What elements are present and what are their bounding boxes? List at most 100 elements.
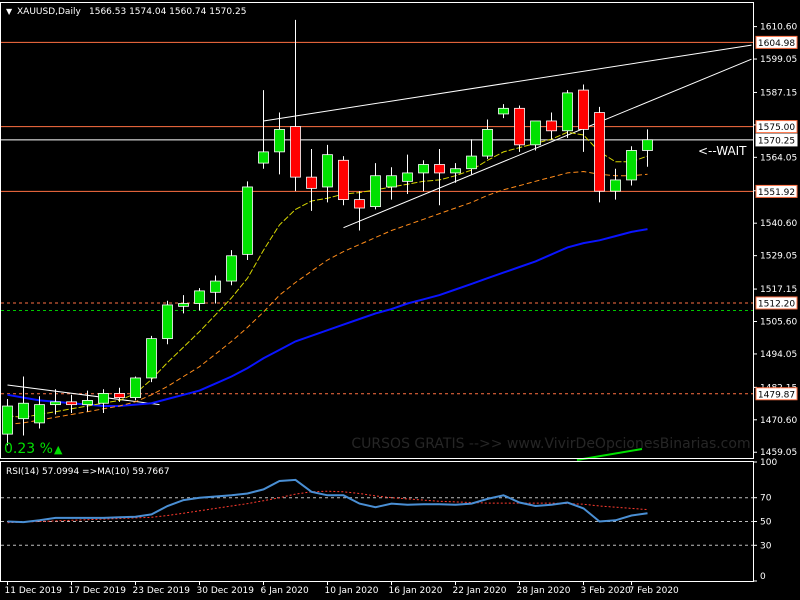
time-tick-label: 3 Feb 2020	[581, 586, 632, 596]
candle[interactable]	[626, 146, 637, 186]
candle-body-bear	[546, 120, 557, 132]
trading-chart[interactable]: CURSOS GRATIS -->> www.VivirDeOpcionesBi…	[0, 0, 800, 600]
candle-body-bear	[514, 107, 525, 146]
price-tag: 1479.87	[755, 387, 798, 401]
price-tag-label: 1575.00	[758, 123, 795, 133]
candle-body-bull	[466, 155, 477, 170]
candle-body-bull	[146, 338, 157, 379]
candle[interactable]	[338, 156, 349, 206]
price-tick-label: 1587.15	[760, 88, 797, 98]
time-tick-label: 17 Dec 2019	[69, 586, 127, 596]
candle-body-bear	[594, 112, 605, 192]
candle-body-bull	[178, 303, 189, 307]
candle-body-bear	[354, 199, 365, 209]
price-tag: 1575.00	[755, 120, 798, 134]
price-tag: 1512.20	[755, 296, 798, 310]
rsi-tick-label: 100	[760, 458, 777, 468]
time-tick-label: 6 Jan 2020	[261, 586, 309, 596]
price-tick-label: 1505.60	[760, 318, 797, 328]
candle-body-bull	[482, 128, 493, 157]
candle-body-bull	[450, 168, 461, 174]
candle-body-bull	[2, 405, 13, 435]
candle-body-bull	[18, 402, 29, 420]
price-tick-label: 1610.60	[760, 23, 797, 33]
ohlc-values: 1566.53 1574.04 1560.74 1570.25	[89, 7, 246, 17]
candle-body-bull	[258, 151, 269, 164]
candle-body-bear	[434, 164, 445, 174]
price-tag: 1551.92	[755, 184, 798, 198]
candle-body-bull	[242, 186, 253, 255]
symbol-label: XAUUSD,Daily	[17, 7, 81, 17]
time-tick-label: 10 Jan 2020	[325, 586, 379, 596]
candle-body-bear	[338, 159, 349, 201]
candle-body-bull	[50, 401, 61, 406]
price-tag-label: 1551.92	[758, 188, 795, 198]
watermark-text: CURSOS GRATIS -->> www.VivirDeOpcionesBi…	[351, 436, 750, 452]
candle[interactable]	[226, 250, 237, 286]
candle-body-bull	[610, 179, 621, 192]
price-tick-label: 1599.05	[760, 55, 797, 65]
candle-body-bear	[578, 89, 589, 130]
candle[interactable]	[242, 181, 253, 260]
candle-body-bull	[210, 280, 221, 293]
candle-body-bull	[162, 304, 173, 340]
candle[interactable]	[130, 376, 141, 401]
header-arrow[interactable]: ▼	[6, 7, 13, 16]
time-tick-label: 30 Dec 2019	[197, 586, 255, 596]
candle-body-bear	[66, 401, 77, 406]
price-tag: 1604.98	[755, 35, 798, 49]
time-tick-label: 28 Jan 2020	[517, 586, 571, 596]
candle[interactable]	[594, 106, 605, 203]
candle-body-bull	[626, 150, 637, 181]
price-tick-label: 1459.05	[760, 448, 797, 458]
candle-body-bear	[306, 176, 317, 189]
price-tick-label: 1494.05	[760, 350, 797, 360]
candle-body-bull	[34, 404, 45, 424]
percent-up-arrow-icon: ▲	[54, 443, 63, 456]
candle-body-bull	[642, 139, 653, 151]
time-tick-label: 22 Jan 2020	[453, 586, 507, 596]
candle[interactable]	[162, 300, 173, 345]
price-tick-label: 1564.05	[760, 153, 797, 163]
candle-body-bull	[402, 172, 413, 182]
rsi-tick-label: 0	[760, 572, 766, 582]
candle[interactable]	[146, 335, 157, 383]
candle-body-bull	[274, 128, 285, 153]
price-tick-label: 1470.60	[760, 416, 797, 426]
price-tick-label: 1517.15	[760, 285, 797, 295]
percent-change: 0.23 %	[4, 441, 53, 457]
candle-body-bull	[370, 175, 381, 208]
candle-body-bull	[194, 290, 205, 304]
rsi-title: RSI(14) 57.0994 =>MA(10) 59.7667	[6, 467, 170, 477]
price-tag-label: 1570.25	[758, 136, 795, 146]
rsi-tick-label: 30	[760, 541, 772, 551]
price-tag-label: 1479.87	[758, 390, 795, 400]
candle-body-bull	[530, 120, 541, 146]
candle[interactable]	[514, 105, 525, 152]
candle-body-bear	[114, 393, 125, 399]
candle-body-bull	[98, 393, 109, 404]
price-tag: 1570.25	[755, 133, 798, 147]
candle-body-bull	[498, 107, 509, 115]
price-tag-label: 1512.20	[758, 299, 795, 309]
rsi-tick-label: 70	[760, 494, 772, 504]
wait-annotation: <--WAIT	[698, 144, 747, 158]
rsi-tick-label: 50	[760, 518, 772, 528]
candle-body-bull	[418, 164, 429, 174]
candle-body-bull	[562, 92, 573, 132]
price-tag-label: 1604.98	[758, 39, 795, 49]
candle-body-bull	[386, 175, 397, 188]
candle-body-bull	[82, 400, 93, 406]
time-tick-label: 23 Dec 2019	[133, 586, 191, 596]
candle[interactable]	[562, 90, 573, 138]
time-tick-label: 11 Dec 2019	[5, 586, 63, 596]
candle-body-bull	[130, 377, 141, 399]
price-tick-label: 1529.05	[760, 252, 797, 262]
candle-body-bull	[322, 154, 333, 188]
candle-body-bull	[226, 255, 237, 282]
chart-background	[0, 0, 800, 600]
time-tick-label: 7 Feb 2020	[629, 586, 680, 596]
time-tick-label: 16 Jan 2020	[389, 586, 443, 596]
candle-body-bear	[290, 126, 301, 178]
price-tick-label: 1540.60	[760, 219, 797, 229]
